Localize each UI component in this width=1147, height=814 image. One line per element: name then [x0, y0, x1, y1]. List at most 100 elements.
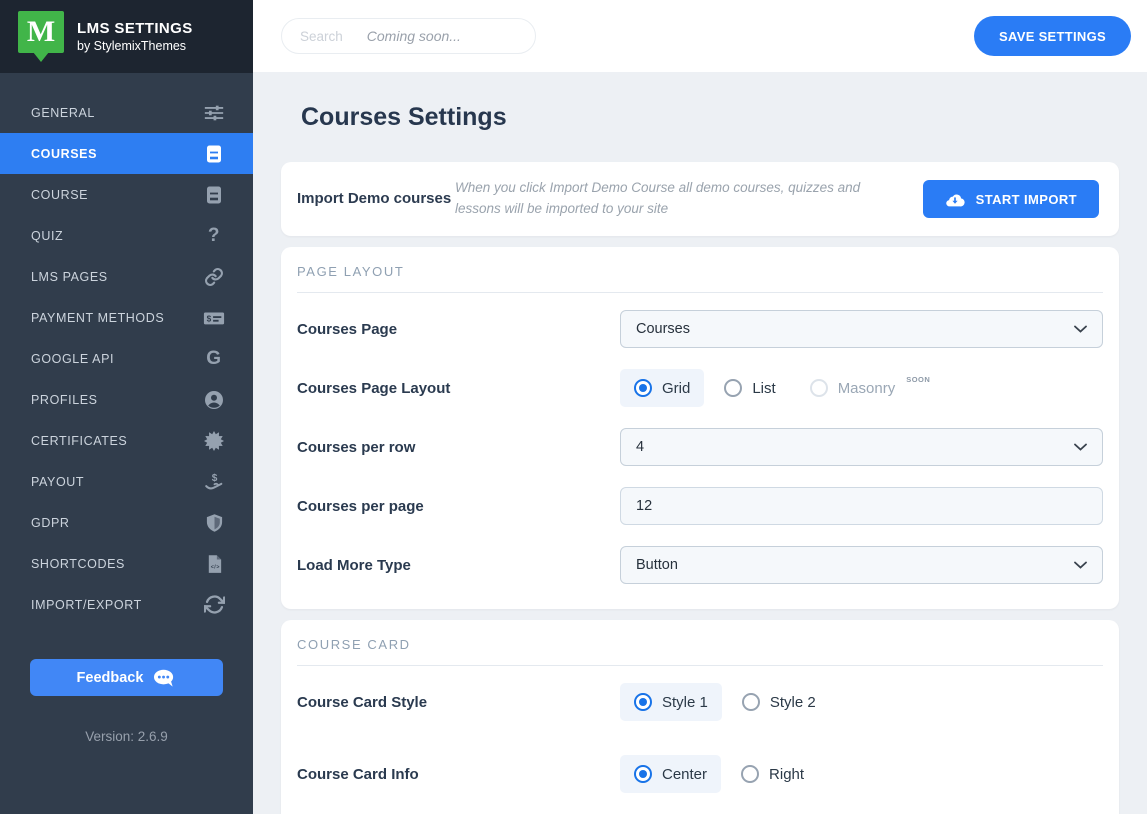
sidebar-item-gdpr[interactable]: GDPR — [0, 502, 253, 543]
google-icon: G — [202, 349, 226, 368]
load-more-type-row: Load More Type Button — [297, 546, 1103, 584]
shield-icon — [202, 513, 226, 533]
radio-option-style-1[interactable]: Style 1 — [620, 683, 722, 721]
sidebar-item-shortcodes[interactable]: SHORTCODES </> — [0, 543, 253, 584]
chevron-down-icon — [1074, 439, 1087, 455]
radio-icon — [810, 379, 828, 397]
lms-logo: M — [18, 11, 64, 63]
courses-per-page-input[interactable] — [620, 487, 1103, 525]
sidebar-item-courses[interactable]: COURSES — [0, 133, 253, 174]
field-label: Courses Page Layout — [297, 380, 620, 397]
selected-value: Courses — [636, 321, 690, 337]
radio-icon — [634, 379, 652, 397]
sliders-icon — [202, 102, 226, 124]
course-card-style-options: Style 1 Style 2 — [620, 683, 1103, 721]
topbar: Search Coming soon... SAVE SETTINGS — [253, 0, 1147, 72]
brand-text: LMS SETTINGS by StylemixThemes — [77, 20, 193, 53]
page-layout-section: PAGE LAYOUT Courses Page Courses Courses… — [281, 247, 1119, 609]
sidebar-item-label: PAYOUT — [31, 475, 84, 489]
field-label: Course Card Style — [297, 694, 620, 711]
radio-option-center[interactable]: Center — [620, 755, 721, 793]
section-divider — [297, 292, 1103, 293]
radio-option-right[interactable]: Right — [727, 755, 818, 793]
radio-icon — [742, 693, 760, 711]
sidebar-item-label: COURSES — [31, 147, 97, 161]
course-card-style-row: Course Card Style Style 1 Style 2 — [297, 683, 1103, 721]
radio-option-style-2[interactable]: Style 2 — [728, 683, 830, 721]
load-more-type-select[interactable]: Button — [620, 546, 1103, 584]
sidebar-item-import-export[interactable]: IMPORT/EXPORT — [0, 584, 253, 625]
sidebar-item-payment-methods[interactable]: PAYMENT METHODS $ — [0, 297, 253, 338]
field-label: Load More Type — [297, 557, 620, 574]
start-import-button[interactable]: START IMPORT — [923, 180, 1099, 218]
sidebar-item-general[interactable]: GENERAL — [0, 92, 253, 133]
search-placeholder: Search — [300, 29, 343, 44]
radio-icon — [634, 693, 652, 711]
radio-icon — [634, 765, 652, 783]
cloud-download-icon — [945, 192, 965, 207]
radio-label: Style 2 — [770, 694, 816, 711]
courses-page-layout-row: Courses Page Layout Grid List Masonry SO… — [297, 369, 1103, 407]
logo-letter: M — [18, 11, 64, 53]
sidebar-item-lms-pages[interactable]: LMS PAGES — [0, 256, 253, 297]
course-card-info-options: Center Right — [620, 755, 1103, 793]
profile-icon — [202, 390, 226, 410]
courses-per-row-row: Courses per row 4 — [297, 428, 1103, 466]
feedback-label: Feedback — [77, 670, 144, 686]
sidebar-item-google-api[interactable]: GOOGLE API G — [0, 338, 253, 379]
logo-shield-point — [33, 52, 49, 62]
sidebar-item-course[interactable]: COURSE — [0, 174, 253, 215]
link-icon — [202, 267, 226, 287]
radio-label: List — [752, 380, 775, 397]
app-title: LMS SETTINGS — [77, 20, 193, 39]
courses-page-layout-options: Grid List Masonry SOON — [620, 369, 1103, 407]
certificate-seal-icon — [202, 431, 226, 451]
radio-label: Masonry — [838, 380, 896, 397]
sidebar-item-label: GENERAL — [31, 106, 95, 120]
radio-icon — [741, 765, 759, 783]
courses-page-select[interactable]: Courses — [620, 310, 1103, 348]
sidebar-item-label: QUIZ — [31, 229, 63, 243]
svg-text:$: $ — [207, 314, 212, 323]
version-label: Version: 2.6.9 — [0, 729, 253, 744]
soon-badge: SOON — [906, 375, 930, 384]
sidebar-item-certificates[interactable]: CERTIFICATES — [0, 420, 253, 461]
sidebar-item-label: SHORTCODES — [31, 557, 125, 571]
save-settings-button[interactable]: SAVE SETTINGS — [974, 16, 1131, 56]
selected-value: Button — [636, 557, 678, 573]
sidebar-nav: GENERAL COURSES COURSE — [0, 73, 253, 625]
main-area: Search Coming soon... SAVE SETTINGS Cour… — [253, 0, 1147, 814]
selected-value: 4 — [636, 439, 644, 455]
field-label: Course Card Info — [297, 766, 620, 783]
search-input[interactable]: Search Coming soon... — [281, 18, 536, 54]
shortcode-doc-icon: </> — [202, 554, 226, 574]
page-title: Courses Settings — [301, 103, 1119, 132]
section-title: COURSE CARD — [297, 620, 1103, 665]
start-import-label: START IMPORT — [976, 192, 1077, 207]
section-title: PAGE LAYOUT — [297, 247, 1103, 292]
chevron-down-icon — [1074, 557, 1087, 573]
payment-check-icon: $ — [202, 307, 226, 329]
radio-option-grid[interactable]: Grid — [620, 369, 704, 407]
sidebar-item-profiles[interactable]: PROFILES — [0, 379, 253, 420]
sidebar-item-label: PAYMENT METHODS — [31, 311, 164, 325]
sidebar: M LMS SETTINGS by StylemixThemes GENERAL… — [0, 0, 253, 814]
sidebar-item-label: GDPR — [31, 516, 70, 530]
sync-icon — [202, 594, 226, 615]
field-label: Courses per row — [297, 439, 620, 456]
courses-per-row-select[interactable]: 4 — [620, 428, 1103, 466]
sidebar-item-payout[interactable]: PAYOUT $ — [0, 461, 253, 502]
payout-hand-icon: $ — [202, 471, 226, 493]
chevron-down-icon — [1074, 321, 1087, 337]
settings-content: Courses Settings Import Demo courses Whe… — [253, 72, 1147, 814]
sidebar-item-quiz[interactable]: QUIZ ? — [0, 215, 253, 256]
feedback-button[interactable]: Feedback — [30, 659, 223, 696]
import-demo-card: Import Demo courses When you click Impor… — [281, 162, 1119, 236]
chat-bubble-icon — [153, 668, 176, 688]
radio-option-masonry: Masonry SOON — [796, 369, 945, 407]
question-icon: ? — [202, 226, 226, 245]
radio-option-list[interactable]: List — [710, 369, 789, 407]
app-subtitle: by StylemixThemes — [77, 39, 193, 53]
radio-icon — [724, 379, 742, 397]
sidebar-item-label: PROFILES — [31, 393, 98, 407]
